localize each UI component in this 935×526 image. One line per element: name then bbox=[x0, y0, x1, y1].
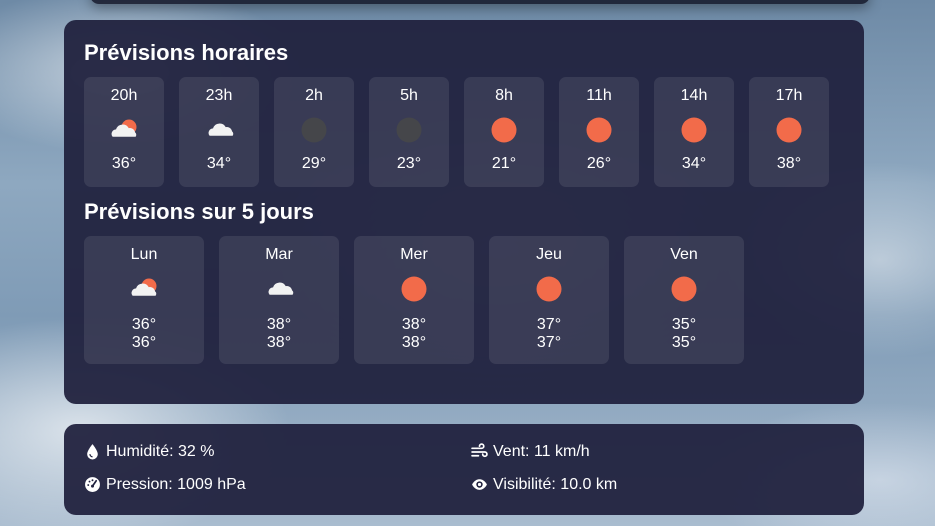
partly-cloudy-icon bbox=[104, 112, 144, 148]
hour-time: 11h bbox=[586, 87, 612, 104]
daily-card: Jeu 37° 37° bbox=[489, 236, 609, 364]
hour-temperature: 21° bbox=[491, 155, 517, 172]
gauge-icon bbox=[85, 477, 100, 492]
sun-icon bbox=[579, 112, 619, 148]
hourly-card: 20h 36° bbox=[84, 77, 164, 187]
wind-icon bbox=[471, 443, 488, 458]
hour-time: 5h bbox=[400, 87, 418, 104]
hour-time: 20h bbox=[110, 87, 138, 104]
hourly-card: 2h 29° bbox=[274, 77, 354, 187]
hour-temperature: 34° bbox=[681, 155, 707, 172]
daily-forecast-list: Lun 36° 36° Mar 38° 38° Mer 38° 38° Jeu … bbox=[84, 236, 844, 364]
visibility-label: Visibilité: bbox=[493, 476, 556, 493]
wind-unit: km/h bbox=[555, 443, 590, 460]
visibility-unit: km bbox=[595, 476, 618, 493]
wind-value: 11 bbox=[533, 443, 551, 460]
hour-temperature: 34° bbox=[206, 155, 232, 172]
humidity-unit: % bbox=[200, 443, 215, 460]
hourly-card: 11h 26° bbox=[559, 77, 639, 187]
day-name: Mar bbox=[265, 246, 293, 263]
sun-icon bbox=[484, 112, 524, 148]
droplet-icon bbox=[87, 444, 98, 460]
cloud-icon bbox=[199, 112, 239, 148]
daily-card: Lun 36° 36° bbox=[84, 236, 204, 364]
hour-temperature: 36° bbox=[111, 155, 137, 172]
day-temperature-min: 36° bbox=[131, 334, 157, 351]
hour-time: 23h bbox=[205, 87, 233, 104]
visibility-value: 10.0 bbox=[560, 476, 592, 493]
humidity-stat: Humidité: 32 % bbox=[84, 442, 471, 461]
day-name: Lun bbox=[130, 246, 158, 263]
day-temperature-max: 36° bbox=[131, 316, 157, 333]
day-temperature-max: 38° bbox=[266, 316, 292, 333]
hourly-card: 23h 34° bbox=[179, 77, 259, 187]
pressure-label: Pression: bbox=[106, 476, 173, 493]
daily-card: Ven 35° 35° bbox=[624, 236, 744, 364]
hour-time: 14h bbox=[680, 87, 708, 104]
hourly-card: 14h 34° bbox=[654, 77, 734, 187]
header-bar-edge bbox=[90, 0, 870, 4]
humidity-label: Humidité: bbox=[106, 443, 174, 460]
hour-temperature: 26° bbox=[586, 155, 612, 172]
partly-cloudy-icon bbox=[124, 271, 164, 307]
day-name: Jeu bbox=[536, 246, 562, 263]
sun-icon bbox=[529, 271, 569, 307]
hourly-card: 5h 23° bbox=[369, 77, 449, 187]
pressure-value: 1009 bbox=[177, 476, 213, 493]
hour-temperature: 38° bbox=[776, 155, 802, 172]
eye-icon bbox=[472, 479, 487, 490]
weather-details-panel: Humidité: 32 % Vent: 11 km/h Pression: 1… bbox=[64, 424, 864, 515]
cloud-icon bbox=[259, 271, 299, 307]
day-temperature-max: 35° bbox=[671, 316, 697, 333]
daily-card: Mar 38° 38° bbox=[219, 236, 339, 364]
hourly-card: 17h 38° bbox=[749, 77, 829, 187]
day-temperature-min: 38° bbox=[266, 334, 292, 351]
sun-icon bbox=[394, 271, 434, 307]
sun-icon bbox=[769, 112, 809, 148]
humidity-value: 32 bbox=[178, 443, 196, 460]
day-temperature-max: 37° bbox=[536, 316, 562, 333]
hourly-card: 8h 21° bbox=[464, 77, 544, 187]
moon-icon bbox=[389, 112, 429, 148]
day-name: Ven bbox=[670, 246, 698, 263]
day-temperature-min: 38° bbox=[401, 334, 427, 351]
sun-icon bbox=[664, 271, 704, 307]
daily-card: Mer 38° 38° bbox=[354, 236, 474, 364]
wind-label: Vent: bbox=[493, 443, 530, 460]
day-name: Mer bbox=[400, 246, 428, 263]
hourly-forecast-title: Prévisions horaires bbox=[84, 40, 289, 65]
wind-stat: Vent: 11 km/h bbox=[471, 442, 844, 461]
hour-temperature: 23° bbox=[396, 155, 422, 172]
forecast-panel: Prévisions horaires 20h 36° 23h 34° 2h 2… bbox=[64, 20, 864, 404]
pressure-unit: hPa bbox=[217, 476, 246, 493]
day-temperature-min: 35° bbox=[671, 334, 697, 351]
hour-time: 17h bbox=[775, 87, 803, 104]
sun-icon bbox=[674, 112, 714, 148]
pressure-stat: Pression: 1009 hPa bbox=[84, 475, 471, 494]
hour-temperature: 29° bbox=[301, 155, 327, 172]
moon-icon bbox=[294, 112, 334, 148]
daily-forecast-title: Prévisions sur 5 jours bbox=[84, 199, 314, 224]
visibility-stat: Visibilité: 10.0 km bbox=[471, 475, 844, 494]
day-temperature-max: 38° bbox=[401, 316, 427, 333]
hour-time: 2h bbox=[305, 87, 323, 104]
hour-time: 8h bbox=[495, 87, 513, 104]
day-temperature-min: 37° bbox=[536, 334, 562, 351]
hourly-forecast-list: 20h 36° 23h 34° 2h 29° 5h 23° 8h 21° 11h… bbox=[84, 77, 844, 187]
